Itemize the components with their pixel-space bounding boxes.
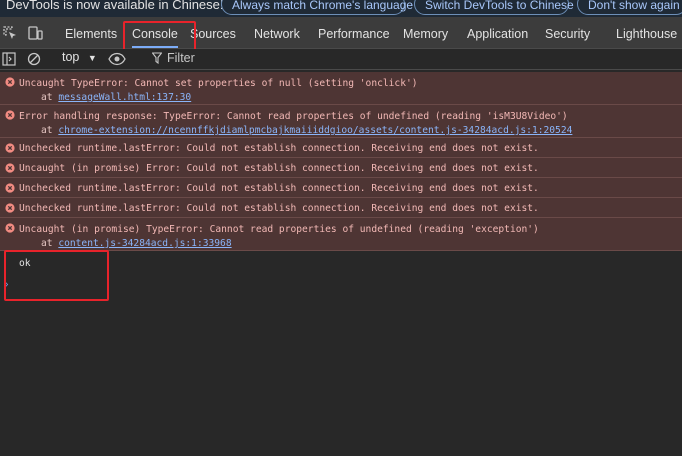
error-icon: [5, 203, 15, 213]
error-icon: [5, 183, 15, 193]
sidebar-toggle-icon[interactable]: [2, 52, 16, 69]
source-link[interactable]: chrome-extension://ncennffkjdiamlpmcbajk…: [58, 125, 572, 136]
console-error-message: Uncaught TypeError: Cannot set propertie…: [0, 72, 682, 105]
switch-to-chinese-button[interactable]: Switch DevTools to Chinese: [414, 0, 574, 15]
error-text: Error handling response: TypeError: Cann…: [19, 111, 568, 122]
stack-at-label: at: [41, 125, 59, 136]
console-error-message: Unchecked runtime.lastError: Could not e…: [0, 178, 682, 198]
tab-memory[interactable]: Memory: [403, 17, 448, 48]
devtools-tab-bar: Elements Console Sources Network Perform…: [0, 17, 682, 49]
inspect-element-icon[interactable]: [2, 25, 18, 41]
stack-at-label: at: [41, 238, 59, 249]
error-text: Unchecked runtime.lastError: Could not e…: [19, 183, 539, 194]
stack-trace-line: at chrome-extension://ncennffkjdiamlpmcb…: [41, 124, 572, 137]
stack-at-label: at: [41, 92, 59, 103]
error-text: Uncaught (in promise) Error: Could not e…: [19, 163, 539, 174]
error-icon: [5, 163, 15, 173]
infobar-message: DevTools is now available in Chinese!: [6, 0, 224, 12]
output-highlight: [4, 250, 109, 301]
tab-security[interactable]: Security: [545, 17, 590, 48]
filter-placeholder: Filter: [167, 51, 195, 65]
tab-performance[interactable]: Performance: [318, 17, 390, 48]
tab-sources[interactable]: Sources: [190, 17, 236, 48]
match-language-button[interactable]: Always match Chrome's language: [221, 0, 413, 15]
tab-application[interactable]: Application: [467, 17, 528, 48]
stack-trace-line: at messageWall.html:137:30: [41, 91, 191, 104]
console-error-message: Uncaught (in promise) TypeError: Cannot …: [0, 218, 682, 251]
error-icon: [5, 110, 15, 120]
error-icon: [5, 143, 15, 153]
live-expression-eye-icon[interactable]: [108, 52, 126, 69]
context-label: top: [62, 50, 80, 64]
error-text: Unchecked runtime.lastError: Could not e…: [19, 143, 539, 154]
error-text: Unchecked runtime.lastError: Could not e…: [19, 203, 539, 214]
filter-icon: [151, 52, 163, 67]
console-error-message: Uncaught (in promise) Error: Could not e…: [0, 158, 682, 178]
clear-console-icon[interactable]: [27, 52, 41, 69]
error-icon: [5, 77, 15, 87]
error-text: Uncaught TypeError: Cannot set propertie…: [19, 78, 418, 89]
error-text: Uncaught (in promise) TypeError: Cannot …: [19, 224, 539, 235]
console-toolbar: top ▼ Filter: [0, 49, 682, 70]
tab-network[interactable]: Network: [254, 17, 300, 48]
source-link[interactable]: messageWall.html:137:30: [58, 92, 191, 103]
console-messages: Uncaught TypeError: Cannot set propertie…: [0, 72, 682, 251]
source-link[interactable]: content.js-34284acd.js:1:33968: [58, 238, 231, 249]
context-selector[interactable]: top ▼: [62, 50, 97, 64]
tab-lighthouse[interactable]: Lighthouse: [616, 17, 677, 48]
dont-show-again-button[interactable]: Don't show again: [577, 0, 682, 15]
console-error-message: Error handling response: TypeError: Cann…: [0, 105, 682, 138]
console-error-message: Unchecked runtime.lastError: Could not e…: [0, 198, 682, 218]
tab-elements[interactable]: Elements: [65, 17, 117, 48]
dropdown-arrow-icon: ▼: [87, 53, 97, 63]
console-error-message: Unchecked runtime.lastError: Could not e…: [0, 138, 682, 158]
stack-trace-line: at content.js-34284acd.js:1:33968: [41, 237, 232, 250]
device-toolbar-icon[interactable]: [27, 25, 43, 41]
language-infobar: DevTools is now available in Chinese! Al…: [0, 0, 682, 17]
filter-input[interactable]: Filter: [141, 49, 682, 69]
error-icon: [5, 223, 15, 233]
